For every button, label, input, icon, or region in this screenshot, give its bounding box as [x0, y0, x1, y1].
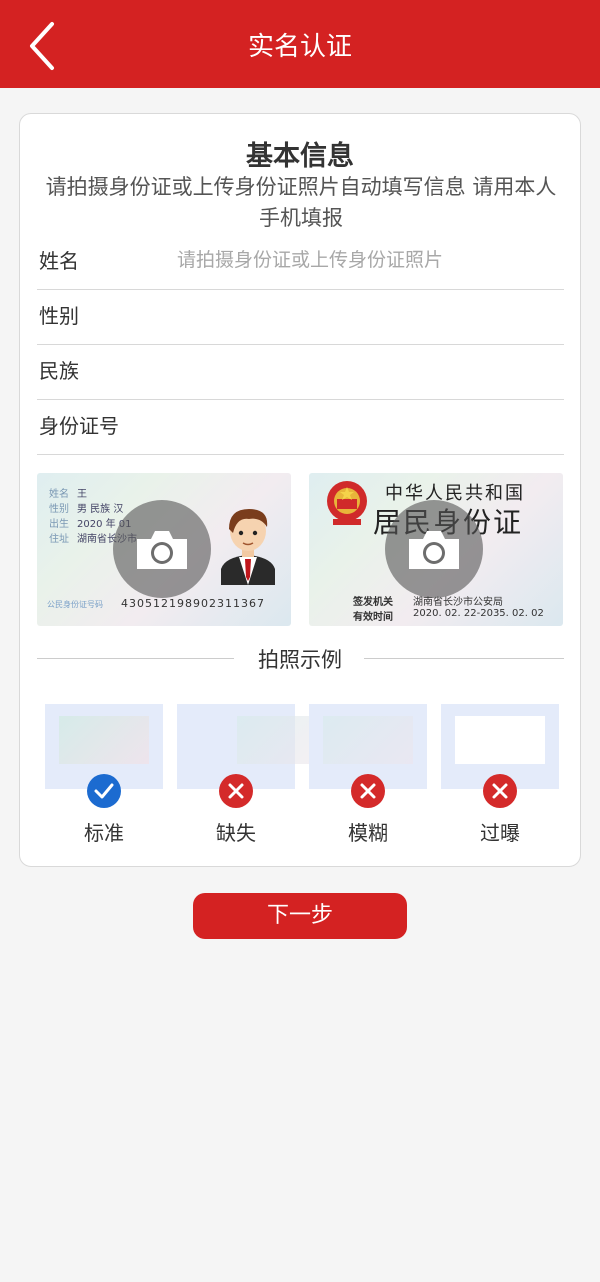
header-bar: 实名认证: [0, 0, 600, 88]
close-icon: [351, 774, 385, 808]
example-label: 缺失: [216, 821, 256, 845]
name-field[interactable]: 姓名 请拍摄身份证或上传身份证照片: [37, 235, 564, 290]
example-label: 标准: [84, 821, 124, 845]
national-emblem-icon: [327, 481, 367, 525]
example-standard: [45, 704, 163, 808]
example-label: 模糊: [348, 821, 388, 845]
example-label: 过曝: [480, 821, 520, 845]
example-missing: [177, 704, 327, 808]
camera-icon: [409, 531, 459, 569]
close-icon: [219, 774, 253, 808]
front-key: 性别: [49, 504, 69, 515]
front-value: 王: [77, 489, 87, 500]
check-icon: [87, 774, 121, 808]
authority-label: 签发机关: [353, 597, 393, 608]
example-blurry: [309, 704, 427, 808]
camera-button[interactable]: [113, 500, 211, 598]
front-key: 住址: [49, 534, 69, 545]
validity-value: 2020. 02. 22-2035. 02. 02: [413, 608, 544, 619]
card-subtitle: 请拍摄身份证或上传身份证照片自动填写信息 请用本人手机填报: [45, 175, 557, 230]
field-label: 民族: [39, 359, 79, 383]
front-key: 姓名: [49, 489, 69, 500]
id-number-label: 公民身份证号码: [47, 600, 103, 609]
example-card: [455, 716, 545, 764]
camera-icon: [137, 531, 187, 569]
id-back-upload[interactable]: 中华人民共和国 居民身份证 签发机关 湖南省长沙市公安局 有效时间 2020. …: [309, 473, 563, 626]
validity-label: 有效时间: [353, 612, 393, 623]
name-input[interactable]: 请拍摄身份证或上传身份证照片: [177, 245, 443, 272]
card-title: 基本信息: [246, 141, 354, 172]
examples-title: 拍照示例: [258, 648, 342, 672]
page-title: 实名认证: [247, 32, 352, 62]
divider-line: [364, 658, 564, 659]
field-label: 身份证号: [39, 414, 119, 438]
id-number-text: 430512198902311367: [121, 597, 265, 610]
example-overexposed: [441, 704, 559, 808]
id-number-field[interactable]: 身份证号: [37, 400, 564, 455]
chevron-left-icon[interactable]: [20, 20, 64, 72]
basic-info-card: 基本信息 请拍摄身份证或上传身份证照片自动填写信息 请用本人手机填报 姓名 请拍…: [19, 113, 581, 867]
front-key: 出生: [49, 519, 69, 530]
avatar-icon: [221, 509, 275, 585]
field-label: 姓名: [39, 249, 79, 273]
camera-button[interactable]: [385, 500, 483, 598]
example-card: [59, 716, 149, 764]
id-front-upload[interactable]: 姓名王 性别男 民族 汉 出生 2020 年 01 住址 湖南省长沙市 公民身份证号…: [37, 473, 291, 626]
field-label: 性别: [39, 304, 79, 328]
ethnicity-field[interactable]: 民族: [37, 345, 564, 400]
example-card: [323, 716, 413, 764]
gender-field[interactable]: 性别: [37, 290, 564, 345]
divider-line: [37, 658, 234, 659]
front-value: 男 民族 汉: [77, 504, 124, 515]
next-step-button[interactable]: 下一步: [193, 893, 407, 939]
close-icon: [483, 774, 517, 808]
